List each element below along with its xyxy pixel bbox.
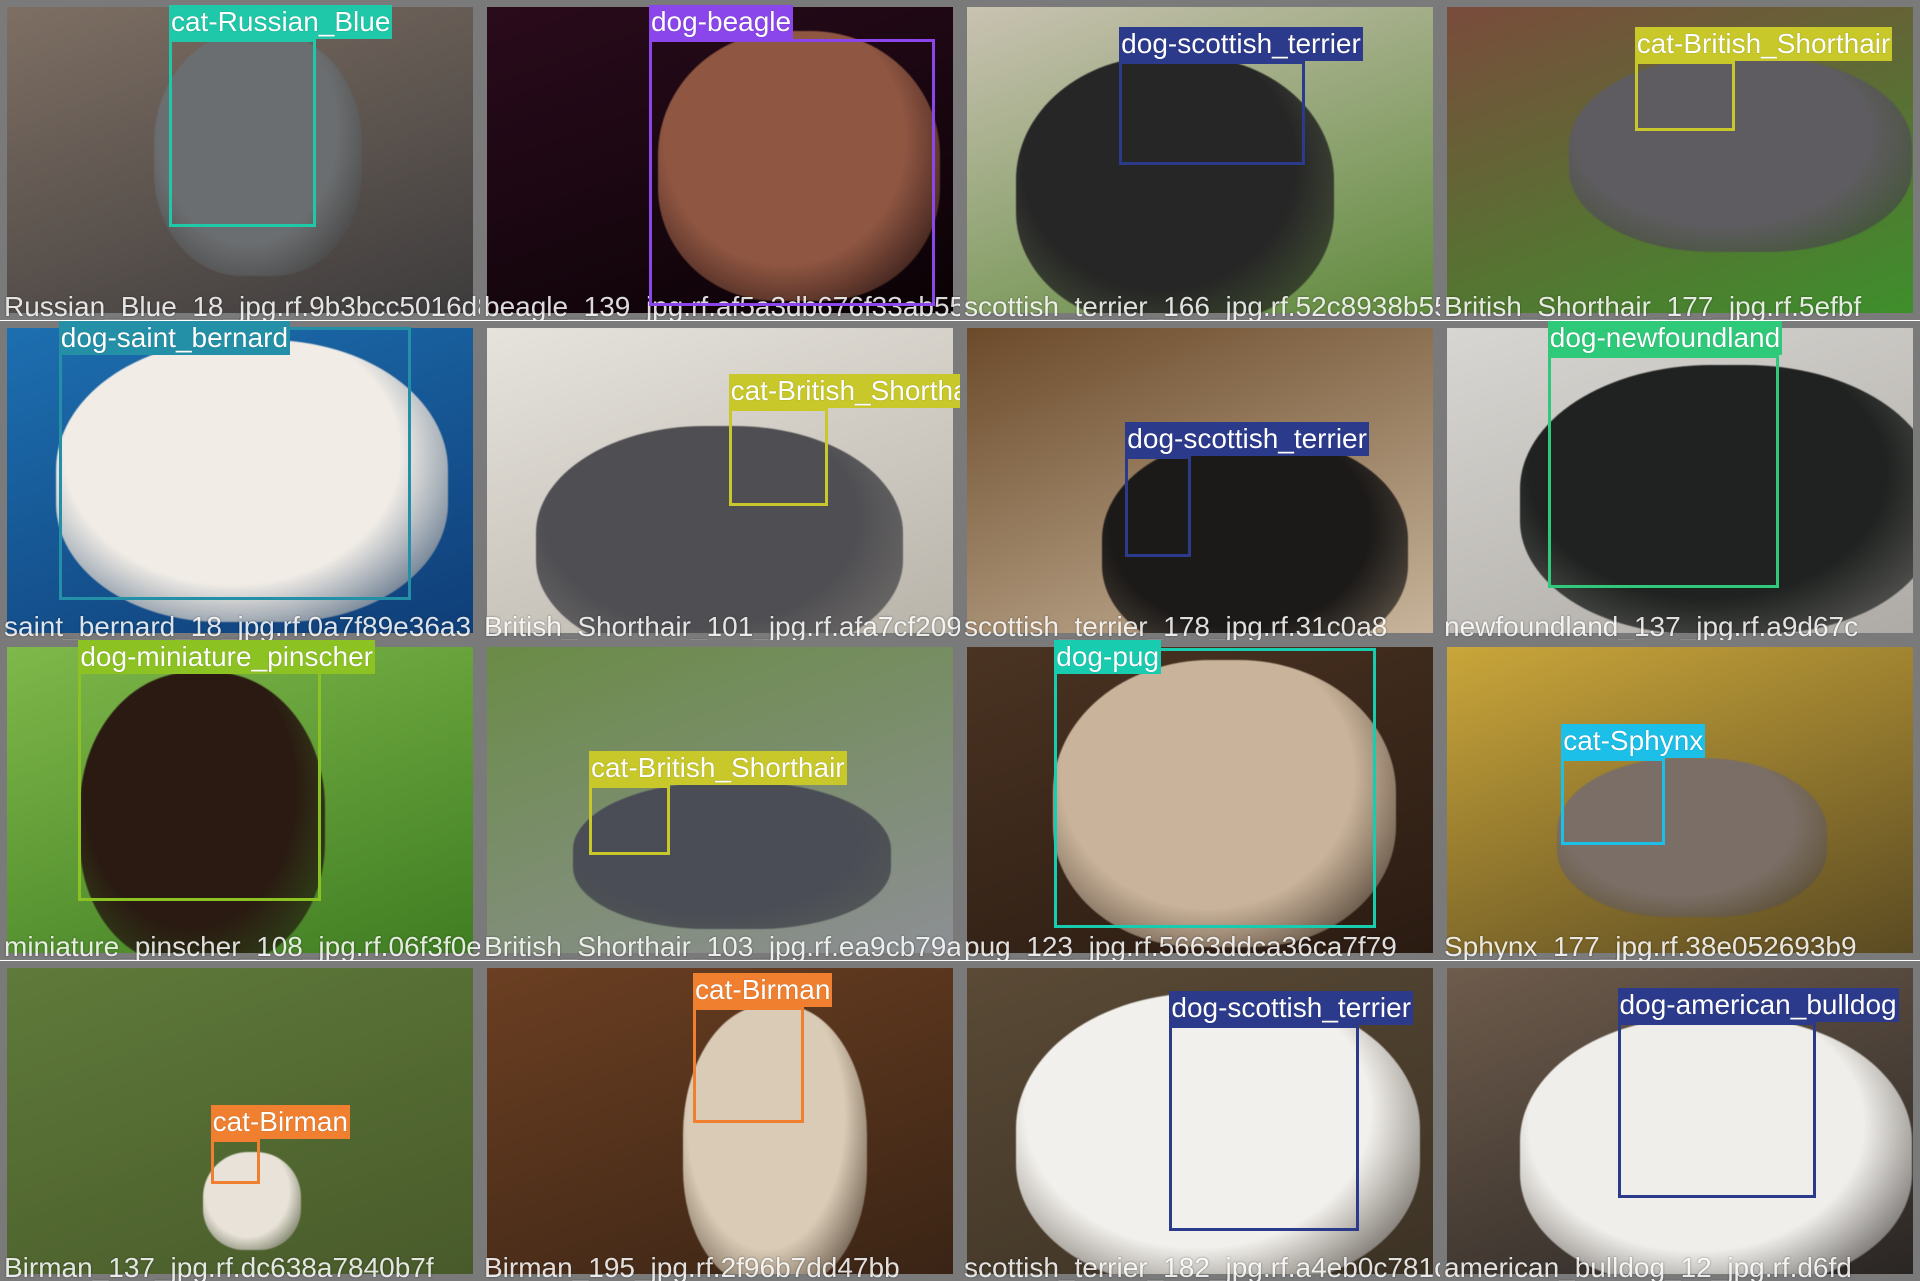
- image-filename: saint_bernard_18_jpg.rf.0a7f89e36a3: [4, 611, 472, 641]
- image-tile: British_Shorthair_101_jpg.rf.afa7cf2090 c…: [480, 320, 960, 641]
- bounding-box: [693, 1006, 805, 1123]
- class-label: dog-saint_bernard: [58, 320, 291, 355]
- image-filename: scottish_terrier_182_jpg.rf.a4eb0c781c95: [964, 1251, 1440, 1281]
- image-tile: scottish_terrier_182_jpg.rf.a4eb0c781c95…: [960, 961, 1440, 1281]
- image-tile: British_Shorthair_177_jpg.rf.5efbf cat-Br…: [1440, 0, 1920, 320]
- class-label: cat-Birman: [210, 1104, 350, 1139]
- bounding-box: [210, 1138, 260, 1185]
- image-filename: scottish_terrier_166_jpg.rf.52c8938b55de: [964, 290, 1440, 320]
- class-label: cat-British_Shorthair: [1634, 27, 1893, 62]
- image-tile: pug_123_jpg.rf.5663ddca36ca7f79 dog-pug: [960, 640, 1440, 960]
- class-label: dog-american_bulldog: [1617, 988, 1899, 1023]
- class-label: cat-Birman: [693, 972, 833, 1007]
- image-tile: beagle_139_jpg.rf.af5a3db676f33ab5581b65…: [480, 0, 960, 320]
- image-tile: Birman_195_jpg.rf.2f96b7dd47bb cat-Birman: [480, 961, 960, 1281]
- bounding-box: [1119, 61, 1306, 166]
- bounding-box: [168, 39, 316, 227]
- class-label: dog-miniature_pinscher: [78, 640, 375, 675]
- animal-shape: [1569, 55, 1913, 252]
- class-label: dog-scottish_terrier: [1119, 27, 1363, 62]
- bounding-box: [1054, 647, 1377, 929]
- bounding-box: [1634, 61, 1736, 131]
- image-tile: Russian_Blue_18_jpg.rf.9b3bcc5016d83580 c…: [0, 0, 480, 320]
- image-filename: British_Shorthair_177_jpg.rf.5efbf: [1444, 290, 1862, 320]
- class-label: dog-pug: [1054, 640, 1162, 675]
- image-filename: Sphynx_177_jpg.rf.38e052693b9: [1444, 930, 1857, 960]
- image-grid: Russian_Blue_18_jpg.rf.9b3bcc5016d83580c…: [0, 0, 1920, 1281]
- class-label: cat-Russian_Blue: [168, 5, 393, 40]
- bounding-box: [1617, 1022, 1816, 1198]
- pet-photo: [1447, 647, 1913, 953]
- image-filename: Birman_137_jpg.rf.dc638a7840b7f: [4, 1251, 434, 1281]
- bounding-box: [1125, 455, 1192, 558]
- image-filename: miniature_pinscher_108_jpg.rf.06f3f0e2b: [4, 930, 480, 960]
- class-label: cat-British_Shorthair: [588, 750, 847, 785]
- bounding-box: [588, 784, 670, 855]
- bounding-box: [58, 326, 412, 600]
- image-tile: miniature_pinscher_108_jpg.rf.06f3f0e2b d…: [0, 640, 480, 960]
- bounding-box: [648, 39, 936, 307]
- class-label: dog-beagle: [648, 5, 794, 40]
- pet-photo: [967, 327, 1433, 634]
- image-tile: scottish_terrier_166_jpg.rf.52c8938b55de…: [960, 0, 1440, 320]
- image-filename: newfoundland_137_jpg.rf.a9d67c: [1444, 611, 1859, 641]
- pet-photo: [487, 647, 953, 953]
- image-filename: pug_123_jpg.rf.5663ddca36ca7f79: [964, 930, 1397, 960]
- class-label: cat-British_Shorthair: [728, 373, 960, 408]
- animal-shape: [535, 425, 904, 634]
- image-tile: British_Shorthair_103_jpg.rf.ea9cb79a43 c…: [480, 640, 960, 960]
- image-filename: British_Shorthair_103_jpg.rf.ea9cb79a43: [484, 930, 960, 960]
- bounding-box: [728, 407, 828, 506]
- class-label: dog-scottish_terrier: [1169, 990, 1414, 1025]
- image-tile: scottish_terrier_178_jpg.rf.31c0a8 dog-sc…: [960, 320, 1440, 641]
- bounding-box: [1547, 355, 1780, 588]
- image-filename: Russian_Blue_18_jpg.rf.9b3bcc5016d83580: [4, 290, 480, 320]
- image-filename: British_Shorthair_101_jpg.rf.afa7cf2090: [484, 611, 960, 641]
- bounding-box: [1169, 1024, 1360, 1231]
- image-tile: saint_bernard_18_jpg.rf.0a7f89e36a3 dog-s…: [0, 320, 480, 641]
- image-filename: scottish_terrier_178_jpg.rf.31c0a8: [964, 611, 1388, 641]
- image-tile: Sphynx_177_jpg.rf.38e052693b9 cat-Sphynx: [1440, 640, 1920, 960]
- bounding-box: [78, 658, 321, 902]
- image-tile: Birman_137_jpg.rf.dc638a7840b7f cat-Birma…: [0, 961, 480, 1281]
- class-label: cat-Sphynx: [1561, 723, 1706, 758]
- class-label: dog-newfoundland: [1547, 321, 1783, 356]
- image-tile: newfoundland_137_jpg.rf.a9d67c dog-newfou…: [1440, 320, 1920, 641]
- class-label: dog-scottish_terrier: [1125, 421, 1369, 456]
- image-filename: american_bulldog_12_jpg.rf.d6fd: [1444, 1251, 1852, 1281]
- image-tile: american_bulldog_12_jpg.rf.d6fd dog-ameri…: [1440, 961, 1920, 1281]
- image-filename: Birman_195_jpg.rf.2f96b7dd47bb: [484, 1251, 900, 1281]
- bounding-box: [1561, 757, 1666, 845]
